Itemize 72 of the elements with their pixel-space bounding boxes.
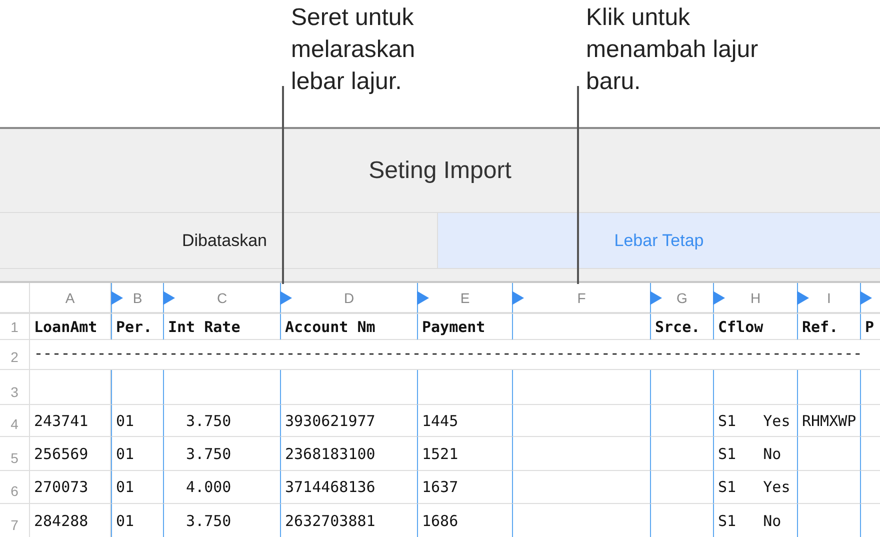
table-cell [860, 471, 880, 504]
table-cell: Ref. [797, 314, 860, 340]
table-cell [860, 405, 880, 437]
table-cell [797, 437, 860, 471]
column-header[interactable]: H [713, 283, 797, 314]
column-header[interactable]: I [797, 283, 860, 314]
table-cell: P [860, 314, 880, 340]
table-cell: 1637 [417, 471, 512, 504]
table-cell [797, 471, 860, 504]
table-cell [860, 437, 880, 471]
table-cell: 01 [111, 437, 163, 471]
column-header[interactable]: F [512, 283, 650, 314]
table-cell: S1 Yes [713, 405, 797, 437]
dialog-title: Seting Import [368, 156, 512, 184]
column-break-marker-icon[interactable] [650, 291, 662, 305]
table-cell: 2368183100 [280, 437, 417, 471]
column-break-marker-icon[interactable] [417, 291, 429, 305]
callout-text: Seret untuk melaraskan lebar lajur. [291, 3, 416, 97]
table-cell: 1686 [417, 504, 512, 537]
column-break-marker-icon[interactable] [111, 291, 123, 305]
table-cell: RHMXWP [797, 405, 860, 437]
table-cell: 3930621977 [280, 405, 417, 437]
row-number: 3 [0, 370, 30, 405]
table-cell: S1 No [713, 437, 797, 471]
table-cell [650, 405, 713, 437]
table-cell: 4.000 [163, 471, 280, 504]
table-cell: 3.750 [163, 504, 280, 537]
callout-text: Klik untuk menambah lajur baru. [586, 3, 760, 97]
table-cell: 01 [111, 405, 163, 437]
column-break-marker-icon[interactable] [163, 291, 175, 305]
column-header[interactable]: E [417, 283, 512, 314]
column-break-marker-icon[interactable] [713, 291, 725, 305]
table-cell: 01 [111, 504, 163, 537]
table-cell: LoanAmt [30, 314, 111, 340]
table-cell: 3714468136 [280, 471, 417, 504]
table-cell: 3.750 [163, 437, 280, 471]
table-cell: S1 No [713, 504, 797, 537]
column-header[interactable]: D [280, 283, 417, 314]
table-cell: 1521 [417, 437, 512, 471]
tab[interactable]: Lebar Tetap [438, 213, 880, 268]
table-cell [650, 471, 713, 504]
table-cell: 01 [111, 471, 163, 504]
table-cell: 256569 [30, 437, 111, 471]
row-number: 6 [0, 471, 30, 504]
row-number: 1 [0, 314, 30, 340]
table-cell: 3.750 [163, 405, 280, 437]
column-break-marker-icon[interactable] [512, 291, 524, 305]
table-cell: 1445 [417, 405, 512, 437]
table-cell: S1 Yes [713, 471, 797, 504]
column-break-marker-icon[interactable] [797, 291, 809, 305]
column-header[interactable]: C [163, 283, 280, 314]
column-break-marker-icon[interactable] [280, 291, 292, 305]
table-cell: Cflow [713, 314, 797, 340]
table-cell [650, 437, 713, 471]
table-cell: Srce. [650, 314, 713, 340]
column-header[interactable]: G [650, 283, 713, 314]
table-cell: 243741 [30, 405, 111, 437]
row-number: 2 [0, 340, 30, 370]
column-break-marker-icon[interactable] [860, 291, 872, 305]
table-cell: 2632703881 [280, 504, 417, 537]
table-cell: Per. [111, 314, 163, 340]
dashed-separator-text: -------------------------------------------------------------------------------------------- [34, 346, 862, 363]
column-header[interactable] [860, 283, 880, 314]
row-number: 7 [0, 504, 30, 537]
table-cell: 284288 [30, 504, 111, 537]
row-number: 5 [0, 437, 30, 471]
table-cell: Payment [417, 314, 512, 340]
table-cell: 270073 [30, 471, 111, 504]
table-cell: Int Rate [163, 314, 280, 340]
row-number: 4 [0, 405, 30, 437]
table-cell: Account Nm [280, 314, 417, 340]
corner-cell [0, 283, 30, 314]
